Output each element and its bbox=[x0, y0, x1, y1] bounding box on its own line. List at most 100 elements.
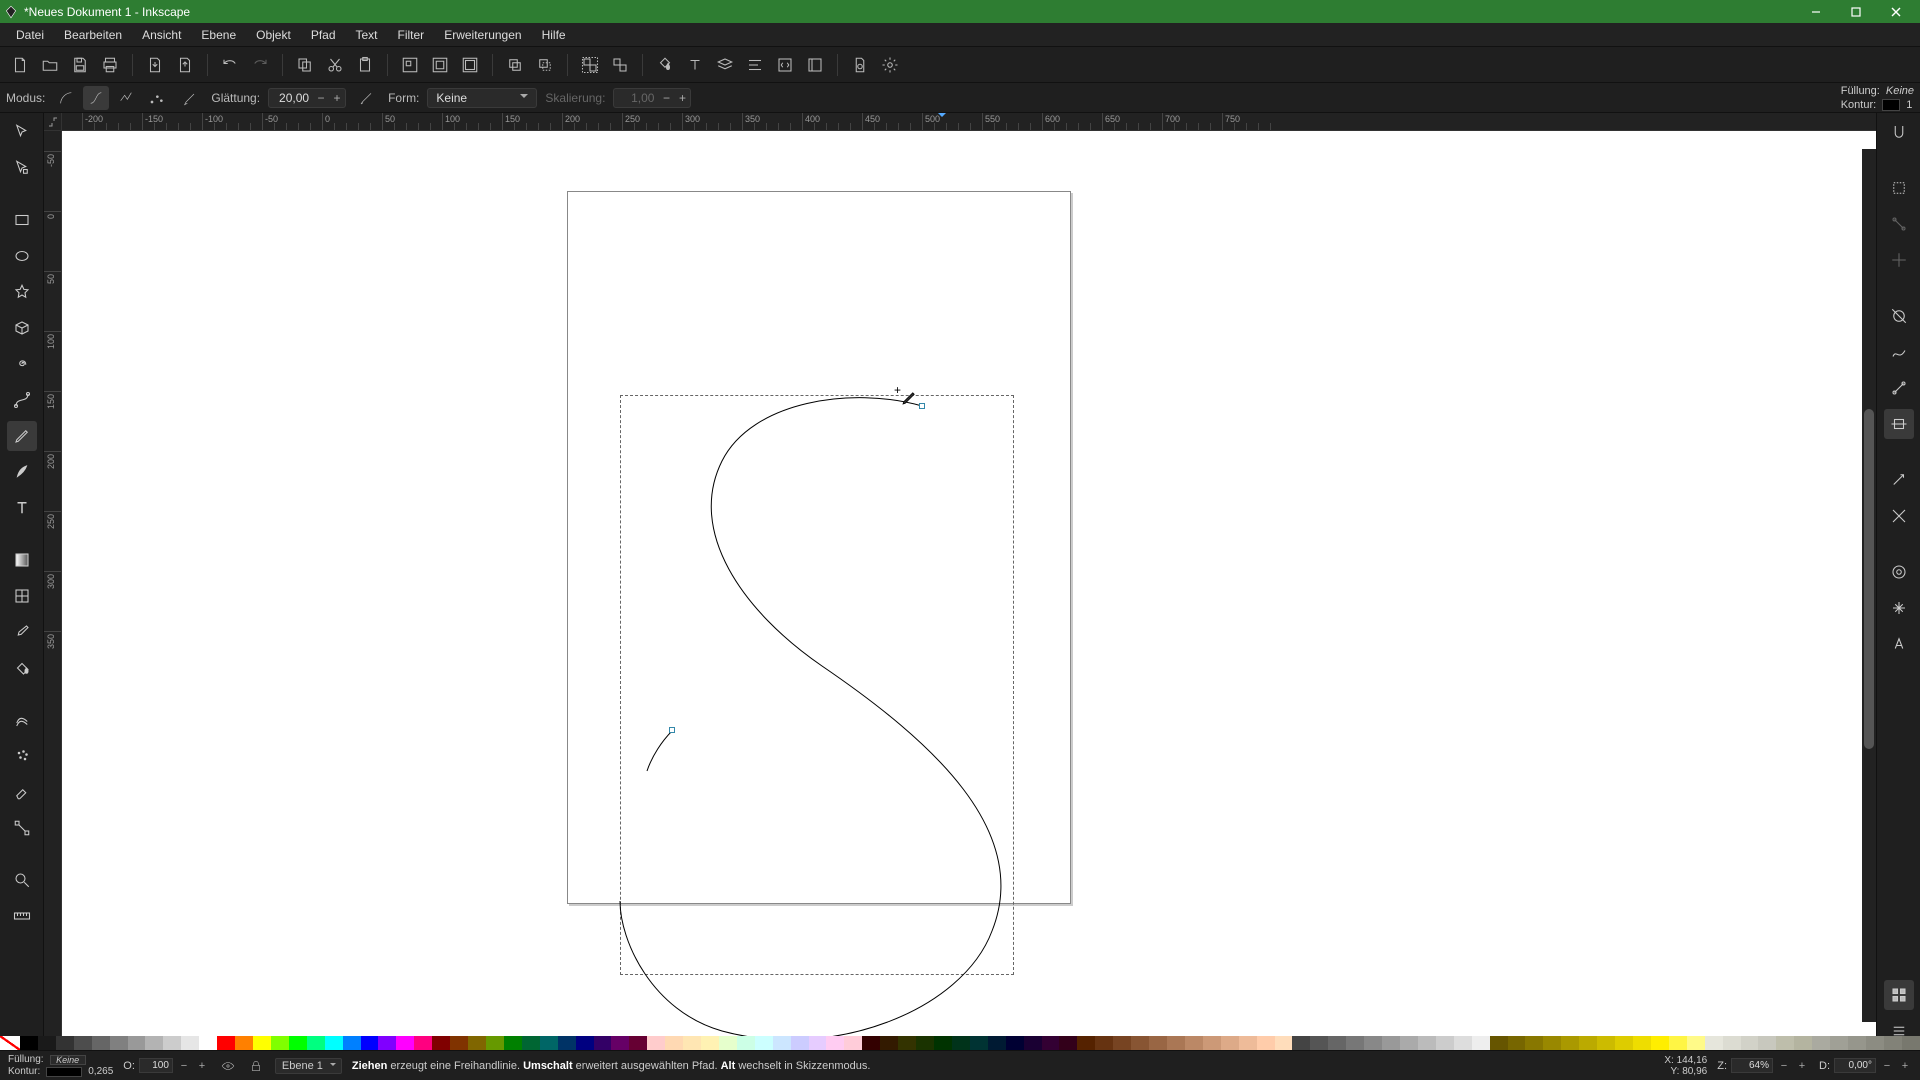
palette-swatch[interactable] bbox=[1185, 1036, 1203, 1050]
snap-adv-3[interactable] bbox=[1884, 373, 1914, 403]
palette-swatch[interactable] bbox=[504, 1036, 522, 1050]
eraser-tool[interactable] bbox=[7, 777, 37, 807]
copy-button[interactable] bbox=[291, 51, 319, 79]
palette-swatch[interactable] bbox=[1490, 1036, 1508, 1050]
palette-swatch[interactable] bbox=[1615, 1036, 1633, 1050]
lpe-powerstroke-button[interactable] bbox=[354, 86, 380, 110]
palette-swatch[interactable] bbox=[450, 1036, 468, 1050]
palette-swatch[interactable] bbox=[844, 1036, 862, 1050]
palette-swatch[interactable] bbox=[1902, 1036, 1920, 1050]
palette-swatch[interactable] bbox=[1310, 1036, 1328, 1050]
menu-erweiterungen[interactable]: Erweiterungen bbox=[434, 26, 531, 44]
ruler-horizontal[interactable]: -200-150-100-500501001502002503003504004… bbox=[62, 113, 1876, 131]
palette-swatch[interactable] bbox=[1866, 1036, 1884, 1050]
dialog-transform[interactable] bbox=[1884, 593, 1914, 623]
shape-select[interactable]: Keine bbox=[427, 88, 537, 108]
palette-swatch[interactable] bbox=[755, 1036, 773, 1050]
palette-swatch[interactable] bbox=[647, 1036, 665, 1050]
status-stroke-swatch[interactable] bbox=[46, 1067, 82, 1077]
palette-swatch[interactable] bbox=[522, 1036, 540, 1050]
layer-lock-toggle[interactable] bbox=[247, 1057, 265, 1075]
vertical-scrollbar[interactable] bbox=[1862, 149, 1876, 1022]
palette-swatch[interactable] bbox=[916, 1036, 934, 1050]
palette-swatch[interactable] bbox=[486, 1036, 504, 1050]
snap-alignment[interactable] bbox=[1884, 245, 1914, 275]
palette-swatch[interactable] bbox=[1382, 1036, 1400, 1050]
layer-visibility-toggle[interactable] bbox=[219, 1057, 237, 1075]
xml-editor-button[interactable] bbox=[771, 51, 799, 79]
print-button[interactable] bbox=[96, 51, 124, 79]
snap-adv-4[interactable] bbox=[1884, 409, 1914, 439]
save-button[interactable] bbox=[66, 51, 94, 79]
palette-swatch[interactable] bbox=[92, 1036, 110, 1050]
palette-swatch[interactable] bbox=[128, 1036, 146, 1050]
smoothing-plus[interactable]: + bbox=[329, 91, 345, 105]
palette-swatch[interactable] bbox=[1257, 1036, 1275, 1050]
connector-tool[interactable] bbox=[7, 813, 37, 843]
palette-swatch[interactable] bbox=[898, 1036, 916, 1050]
palette-swatch[interactable] bbox=[1239, 1036, 1257, 1050]
duplicate-button[interactable] bbox=[501, 51, 529, 79]
palette-swatch[interactable] bbox=[1221, 1036, 1239, 1050]
palette-swatch[interactable] bbox=[1705, 1036, 1723, 1050]
mode-bspline-button[interactable] bbox=[113, 86, 139, 110]
palette-swatch[interactable] bbox=[737, 1036, 755, 1050]
palette-swatch[interactable] bbox=[1723, 1036, 1741, 1050]
zoom-selection-button[interactable] bbox=[396, 51, 424, 79]
snap-toggle[interactable] bbox=[1884, 117, 1914, 147]
ruler-vertical[interactable]: -50050100150200250300350 bbox=[44, 131, 62, 1036]
palette-swatch[interactable] bbox=[1436, 1036, 1454, 1050]
palette-swatch[interactable] bbox=[809, 1036, 827, 1050]
smoothing-input[interactable] bbox=[269, 89, 313, 107]
redo-button[interactable] bbox=[246, 51, 274, 79]
export-button[interactable] bbox=[171, 51, 199, 79]
rot-minus[interactable]: − bbox=[1880, 1060, 1894, 1072]
palette-swatch[interactable] bbox=[271, 1036, 289, 1050]
layer-selector[interactable]: Ebene 1 bbox=[275, 1058, 342, 1074]
palette-swatch[interactable] bbox=[1812, 1036, 1830, 1050]
palette-swatch[interactable] bbox=[1328, 1036, 1346, 1050]
palette-swatch[interactable] bbox=[1418, 1036, 1436, 1050]
selector-tool[interactable] bbox=[7, 117, 37, 147]
tweak-tool[interactable] bbox=[7, 705, 37, 735]
palette-swatch[interactable] bbox=[1400, 1036, 1418, 1050]
palette-swatch[interactable] bbox=[1077, 1036, 1095, 1050]
path-end-node-1[interactable] bbox=[919, 403, 925, 409]
palette-swatch[interactable] bbox=[665, 1036, 683, 1050]
palette-swatch[interactable] bbox=[235, 1036, 253, 1050]
menu-text[interactable]: Text bbox=[346, 26, 388, 44]
snap-bbox[interactable] bbox=[1884, 173, 1914, 203]
dialog-grid-button[interactable] bbox=[1884, 980, 1914, 1010]
snap-nodes[interactable] bbox=[1884, 209, 1914, 239]
menu-bearbeiten[interactable]: Bearbeiten bbox=[54, 26, 132, 44]
snap-guides[interactable] bbox=[1884, 501, 1914, 531]
fill-stroke-button[interactable] bbox=[651, 51, 679, 79]
palette-swatch[interactable] bbox=[952, 1036, 970, 1050]
palette-swatch[interactable] bbox=[773, 1036, 791, 1050]
palette-swatch[interactable] bbox=[791, 1036, 809, 1050]
palette-swatch[interactable] bbox=[1024, 1036, 1042, 1050]
dialog-objects[interactable] bbox=[1884, 557, 1914, 587]
zoom-plus[interactable]: + bbox=[1795, 1060, 1809, 1072]
ungroup-button[interactable] bbox=[606, 51, 634, 79]
palette-swatch[interactable] bbox=[1830, 1036, 1848, 1050]
paintbucket-tool[interactable] bbox=[7, 653, 37, 683]
import-button[interactable] bbox=[141, 51, 169, 79]
palette-swatch[interactable] bbox=[414, 1036, 432, 1050]
palette-swatch[interactable] bbox=[826, 1036, 844, 1050]
menu-datei[interactable]: Datei bbox=[6, 26, 54, 44]
palette-swatch[interactable] bbox=[432, 1036, 450, 1050]
palette-swatch[interactable] bbox=[1758, 1036, 1776, 1050]
palette-swatch[interactable] bbox=[1525, 1036, 1543, 1050]
palette-swatch[interactable] bbox=[361, 1036, 379, 1050]
box3d-tool[interactable] bbox=[7, 313, 37, 343]
layers-button[interactable] bbox=[711, 51, 739, 79]
opacity-input[interactable] bbox=[139, 1058, 173, 1073]
palette-swatch[interactable] bbox=[1167, 1036, 1185, 1050]
selectors-button[interactable] bbox=[801, 51, 829, 79]
align-button[interactable] bbox=[741, 51, 769, 79]
palette-swatch[interactable] bbox=[1651, 1036, 1669, 1050]
palette-swatch[interactable] bbox=[1364, 1036, 1382, 1050]
palette-swatch[interactable] bbox=[289, 1036, 307, 1050]
palette-swatch[interactable] bbox=[880, 1036, 898, 1050]
